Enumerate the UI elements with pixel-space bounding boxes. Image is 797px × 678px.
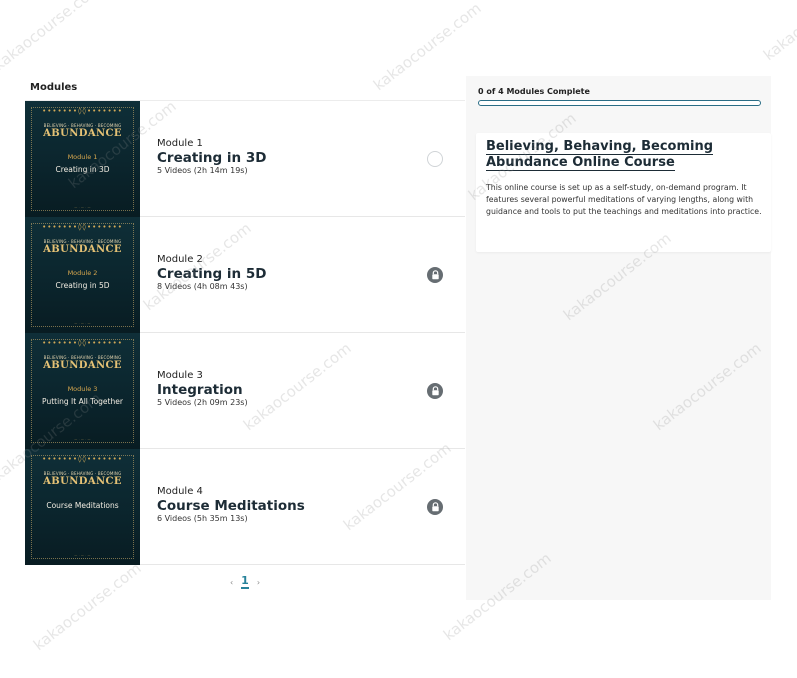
modules-header: Modules bbox=[25, 80, 465, 101]
module-title[interactable]: Course Meditations bbox=[157, 498, 305, 514]
module-row-1[interactable]: •••••••◊◊••••••• BELIEVING · BEHAVING · … bbox=[25, 101, 465, 217]
module-videos: 8 Videos (4h 08m 43s) bbox=[157, 282, 248, 291]
course-sidebar: 0 of 4 Modules Complete Believing, Behav… bbox=[466, 76, 771, 600]
module-thumbnail[interactable]: •••••••◊◊••••••• BELIEVING · BEHAVING · … bbox=[25, 101, 140, 217]
module-info: Module 1 Creating in 3D 5 Videos (2h 14m… bbox=[157, 138, 266, 176]
module-thumbnail[interactable]: •••••••◊◊••••••• BELIEVING · BEHAVING · … bbox=[25, 217, 140, 333]
thumbnail-module: Module 3 bbox=[67, 385, 98, 393]
module-videos: 5 Videos (2h 09m 23s) bbox=[157, 398, 248, 407]
course-description: This online course is set up as a self-s… bbox=[486, 183, 762, 216]
module-info: Module 2 Creating in 5D 8 Videos (4h 08m… bbox=[157, 254, 266, 292]
module-info: Module 4 Course Meditations 6 Videos (5h… bbox=[157, 486, 305, 524]
ornament-icon: •••••••◊◊••••••• bbox=[42, 339, 123, 347]
progress-bar bbox=[478, 100, 761, 106]
thumbnail-footer-ornament: — · — · — bbox=[74, 437, 91, 441]
thumbnail-module: Module 1 bbox=[67, 153, 98, 161]
modules-panel: Modules •••••••◊◊••••••• BELIEVING · BEH… bbox=[25, 80, 465, 565]
progress-section: 0 of 4 Modules Complete bbox=[478, 87, 761, 106]
thumbnail-name: Creating in 5D bbox=[55, 281, 110, 290]
ornament-icon: •••••••◊◊••••••• bbox=[42, 223, 123, 231]
module-info: Module 3 Integration 5 Videos (2h 09m 23… bbox=[157, 370, 248, 408]
thumbnail-name: Putting It All Together bbox=[42, 397, 123, 406]
module-row-3[interactable]: •••••••◊◊••••••• BELIEVING · BEHAVING · … bbox=[25, 333, 465, 449]
thumbnail-brand: ABUNDANCE bbox=[43, 360, 122, 371]
module-label: Module 2 bbox=[157, 254, 203, 265]
pagination: ‹ 1 › bbox=[25, 574, 465, 590]
lock-icon bbox=[427, 383, 443, 399]
module-thumbnail[interactable]: •••••••◊◊••••••• BELIEVING · BEHAVING · … bbox=[25, 333, 140, 449]
module-label: Module 4 bbox=[157, 486, 203, 497]
lock-icon bbox=[427, 499, 443, 515]
thumbnail-brand: ABUNDANCE bbox=[43, 128, 122, 139]
thumbnail-brand: ABUNDANCE bbox=[43, 244, 122, 255]
module-list: •••••••◊◊••••••• BELIEVING · BEHAVING · … bbox=[25, 101, 465, 565]
module-label: Module 1 bbox=[157, 138, 203, 149]
circle-outline-icon bbox=[427, 151, 443, 167]
module-thumbnail[interactable]: •••••••◊◊••••••• BELIEVING · BEHAVING · … bbox=[25, 449, 140, 565]
ornament-icon: •••••••◊◊••••••• bbox=[42, 455, 123, 463]
course-title: Believing, Behaving, Becoming Abundance … bbox=[486, 139, 726, 171]
progress-text: 0 of 4 Modules Complete bbox=[478, 87, 590, 96]
lock-icon bbox=[427, 267, 443, 283]
thumbnail-brand: ABUNDANCE bbox=[43, 476, 122, 487]
watermark: kakaocourse.com bbox=[760, 0, 797, 65]
thumbnail-footer-ornament: — · — · — bbox=[74, 553, 91, 557]
module-videos: 6 Videos (5h 35m 13s) bbox=[157, 514, 248, 523]
module-row-4[interactable]: •••••••◊◊••••••• BELIEVING · BEHAVING · … bbox=[25, 449, 465, 565]
course-info-card: Believing, Behaving, Becoming Abundance … bbox=[476, 133, 771, 252]
module-title[interactable]: Creating in 5D bbox=[157, 266, 266, 282]
module-label: Module 3 bbox=[157, 370, 203, 381]
course-title-text: Believing, Behaving, Becoming Abundance … bbox=[486, 139, 714, 171]
prev-page-button[interactable]: ‹ bbox=[230, 578, 233, 587]
thumbnail-name: Course Meditations bbox=[46, 501, 119, 510]
next-page-button[interactable]: › bbox=[257, 578, 260, 587]
module-title[interactable]: Creating in 3D bbox=[157, 150, 266, 166]
watermark: kakaocourse.com bbox=[0, 0, 105, 75]
module-videos: 5 Videos (2h 14m 19s) bbox=[157, 166, 248, 175]
thumbnail-footer-ornament: — · — · — bbox=[74, 321, 91, 325]
thumbnail-footer-ornament: — · — · — bbox=[74, 205, 91, 209]
thumbnail-module: Module 2 bbox=[67, 269, 98, 277]
ornament-icon: •••••••◊◊••••••• bbox=[42, 107, 123, 115]
current-page[interactable]: 1 bbox=[241, 575, 249, 589]
module-title[interactable]: Integration bbox=[157, 382, 248, 398]
thumbnail-name: Creating in 3D bbox=[55, 165, 110, 174]
module-row-2[interactable]: •••••••◊◊••••••• BELIEVING · BEHAVING · … bbox=[25, 217, 465, 333]
